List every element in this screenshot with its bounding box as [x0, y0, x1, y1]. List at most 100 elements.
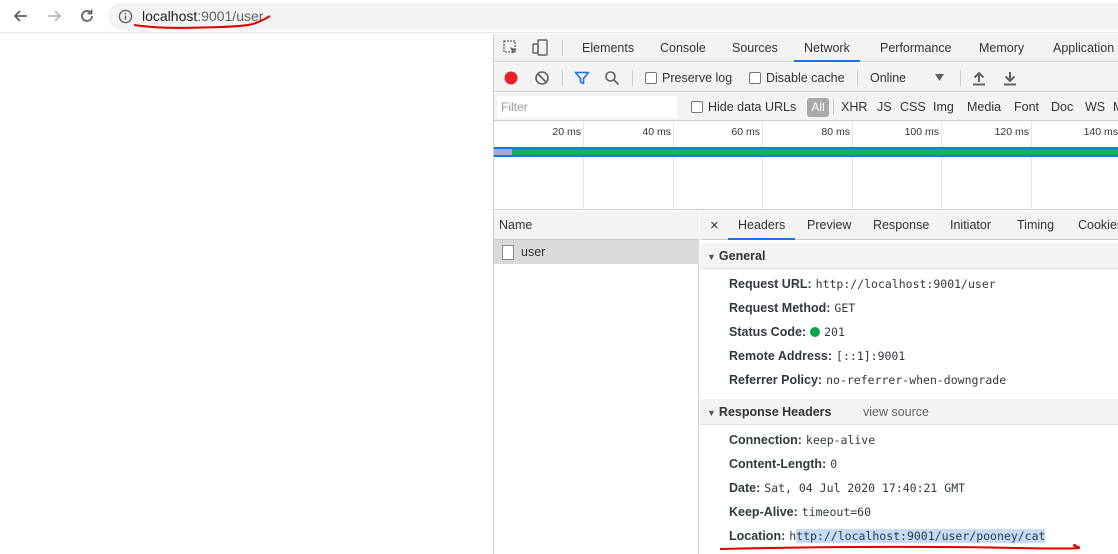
tab-performance[interactable]: Performance [880, 34, 952, 62]
filter-css[interactable]: CSS [900, 93, 926, 121]
reload-button[interactable] [75, 4, 99, 28]
search-button[interactable] [604, 63, 620, 92]
hide-data-urls-label: Hide data URLs [708, 100, 797, 114]
filter-xhr[interactable]: XHR [841, 93, 867, 121]
tick-label: 140 ms [1083, 126, 1118, 138]
header-value: [::1]:9001 [836, 349, 906, 363]
tab-sources[interactable]: Sources [732, 34, 778, 62]
device-icon [532, 39, 548, 56]
tick-label: 20 ms [552, 126, 581, 138]
request-list: Name user [494, 211, 699, 554]
info-icon[interactable] [118, 9, 133, 24]
device-toolbar-button[interactable] [532, 39, 548, 59]
throttling-select[interactable]: Online [870, 63, 948, 92]
tick-label: 120 ms [994, 126, 1029, 138]
address-bar[interactable]: localhost:9001/user [108, 3, 1118, 30]
filter-js[interactable]: JS [877, 93, 892, 121]
header-key: Connection: [729, 433, 802, 447]
forward-button[interactable] [42, 4, 66, 28]
header-key: Request Method: [729, 301, 831, 315]
disable-cache-checkbox[interactable]: Disable cache [749, 63, 845, 92]
filter-img[interactable]: Img [933, 93, 954, 121]
header-row: Date: Sat, 04 Jul 2020 17:40:21 GMT [729, 476, 965, 500]
dropdown-triangle-icon [935, 74, 944, 81]
header-row: Status Code: 201 [729, 320, 845, 344]
preserve-log-box[interactable] [645, 71, 657, 84]
disable-cache-label: Disable cache [766, 70, 845, 85]
reload-icon [81, 9, 93, 22]
url-host: localhost [142, 8, 198, 24]
hide-data-urls-box[interactable] [691, 101, 703, 113]
request-row-user[interactable]: user [494, 240, 699, 264]
record-button[interactable] [503, 63, 519, 92]
tab-application[interactable]: Application [1053, 34, 1114, 62]
filter-media[interactable]: Media [967, 93, 1001, 121]
tab-elements[interactable]: Elements [582, 34, 634, 62]
tab-console[interactable]: Console [660, 34, 706, 62]
filter-bar: Filter Hide data URLs All XHR JS CSS Img… [494, 93, 1118, 121]
tab-timing[interactable]: Timing [1017, 211, 1054, 240]
tab-initiator[interactable]: Initiator [950, 211, 991, 240]
status-ok-icon [810, 327, 821, 337]
tab-cookies[interactable]: Cookies [1078, 211, 1118, 240]
filter-font[interactable]: Font [1014, 93, 1039, 121]
tick-label: 80 ms [821, 126, 850, 138]
header-key: Content-Length: [729, 457, 827, 471]
filter-toggle-button[interactable] [574, 63, 590, 92]
location-value-selected: ttp://localhost:9001/user/pooney/cat [796, 529, 1046, 543]
tick-label: 40 ms [642, 126, 671, 138]
network-overview-timeline[interactable]: 20 ms 40 ms 60 ms 80 ms 100 ms 120 ms 14… [494, 122, 1118, 210]
header-row: Connection: keep-alive [729, 428, 875, 452]
timeline-bar-request [512, 149, 1118, 155]
header-key: Request URL: [729, 277, 812, 291]
location-value[interactable]: http://localhost:9001/user/pooney/cat [789, 529, 1046, 543]
header-value: Sat, 04 Jul 2020 17:40:21 GMT [764, 481, 966, 495]
tick-label: 60 ms [731, 126, 760, 138]
response-headers-section-header[interactable]: ▼ Response Headers view source [700, 399, 1118, 425]
export-har-button[interactable] [1003, 63, 1017, 92]
filter-ws[interactable]: WS [1085, 93, 1105, 121]
header-key: Location: [729, 529, 786, 543]
header-value: 0 [830, 457, 838, 471]
general-title: General [718, 249, 766, 263]
tab-response[interactable]: Response [873, 211, 929, 240]
clear-icon [535, 70, 549, 85]
filter-all[interactable]: All [807, 98, 829, 117]
tab-preview[interactable]: Preview [807, 211, 851, 240]
preserve-log-checkbox[interactable]: Preserve log [645, 63, 732, 92]
header-value: keep-alive [805, 433, 876, 447]
close-icon[interactable]: × [710, 211, 719, 240]
throttling-value: Online [870, 70, 907, 85]
timeline-bar-queue [494, 149, 512, 155]
search-icon [605, 70, 620, 85]
tab-headers[interactable]: Headers [728, 211, 796, 240]
disable-cache-box[interactable] [749, 71, 761, 84]
filter-manifest[interactable]: M [1113, 93, 1118, 121]
browser-toolbar: localhost:9001/user [0, 0, 1118, 33]
clear-button[interactable] [534, 63, 550, 92]
page-content [0, 34, 493, 554]
tab-network[interactable]: Network [794, 34, 860, 62]
funnel-icon [574, 71, 590, 84]
header-row: Request Method: GET [729, 296, 855, 320]
import-har-button[interactable] [972, 63, 986, 92]
name-column-header[interactable]: Name [494, 211, 699, 240]
header-value: timeout=60 [801, 505, 872, 519]
header-key: Status Code: [729, 325, 807, 339]
header-key: Referrer Policy: [729, 373, 823, 387]
view-source-link[interactable]: view source [863, 399, 929, 425]
filter-doc[interactable]: Doc [1051, 93, 1073, 121]
url-text[interactable]: localhost:9001/user [142, 8, 263, 24]
header-row: Request URL: http://localhost:9001/user [729, 272, 996, 296]
request-name: user [521, 245, 546, 259]
inspect-element-button[interactable] [503, 40, 519, 59]
arrow-right-icon [48, 10, 62, 22]
filter-input[interactable]: Filter [497, 96, 677, 118]
general-section-header[interactable]: ▼ General [700, 243, 1118, 269]
hide-data-urls-checkbox[interactable]: Hide data URLs [691, 93, 796, 121]
url-path: :9001/user [197, 8, 264, 24]
tab-memory[interactable]: Memory [979, 34, 1024, 62]
header-key: Keep-Alive: [729, 505, 798, 519]
location-header-row: Location: http://localhost:9001/user/poon… [729, 524, 1046, 548]
back-button[interactable] [9, 4, 33, 28]
